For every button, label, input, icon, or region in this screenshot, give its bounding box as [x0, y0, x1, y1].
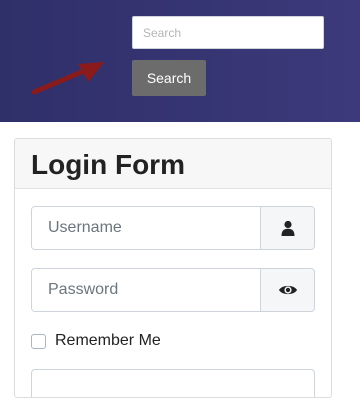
- user-icon: [281, 220, 294, 236]
- remember-me[interactable]: Remember Me: [31, 332, 161, 350]
- username-input[interactable]: [32, 207, 260, 249]
- arrow-icon: [31, 62, 104, 95]
- card-header: Login Form: [15, 139, 331, 189]
- password-group: [31, 268, 315, 312]
- login-card: Login Form Remember Me: [14, 138, 332, 398]
- username-addon: [260, 207, 314, 249]
- remember-label: Remember Me: [55, 332, 161, 349]
- remember-checkbox[interactable]: [31, 333, 46, 349]
- password-addon[interactable]: [260, 269, 314, 311]
- page-title: Login Form: [31, 149, 185, 180]
- password-input[interactable]: [32, 269, 260, 311]
- eye-icon: [278, 285, 297, 295]
- search-input[interactable]: [132, 16, 324, 49]
- username-group: [31, 206, 315, 250]
- search-button[interactable]: Search: [132, 60, 206, 96]
- header-bar: Search: [0, 0, 360, 122]
- partial-field[interactable]: [31, 369, 315, 397]
